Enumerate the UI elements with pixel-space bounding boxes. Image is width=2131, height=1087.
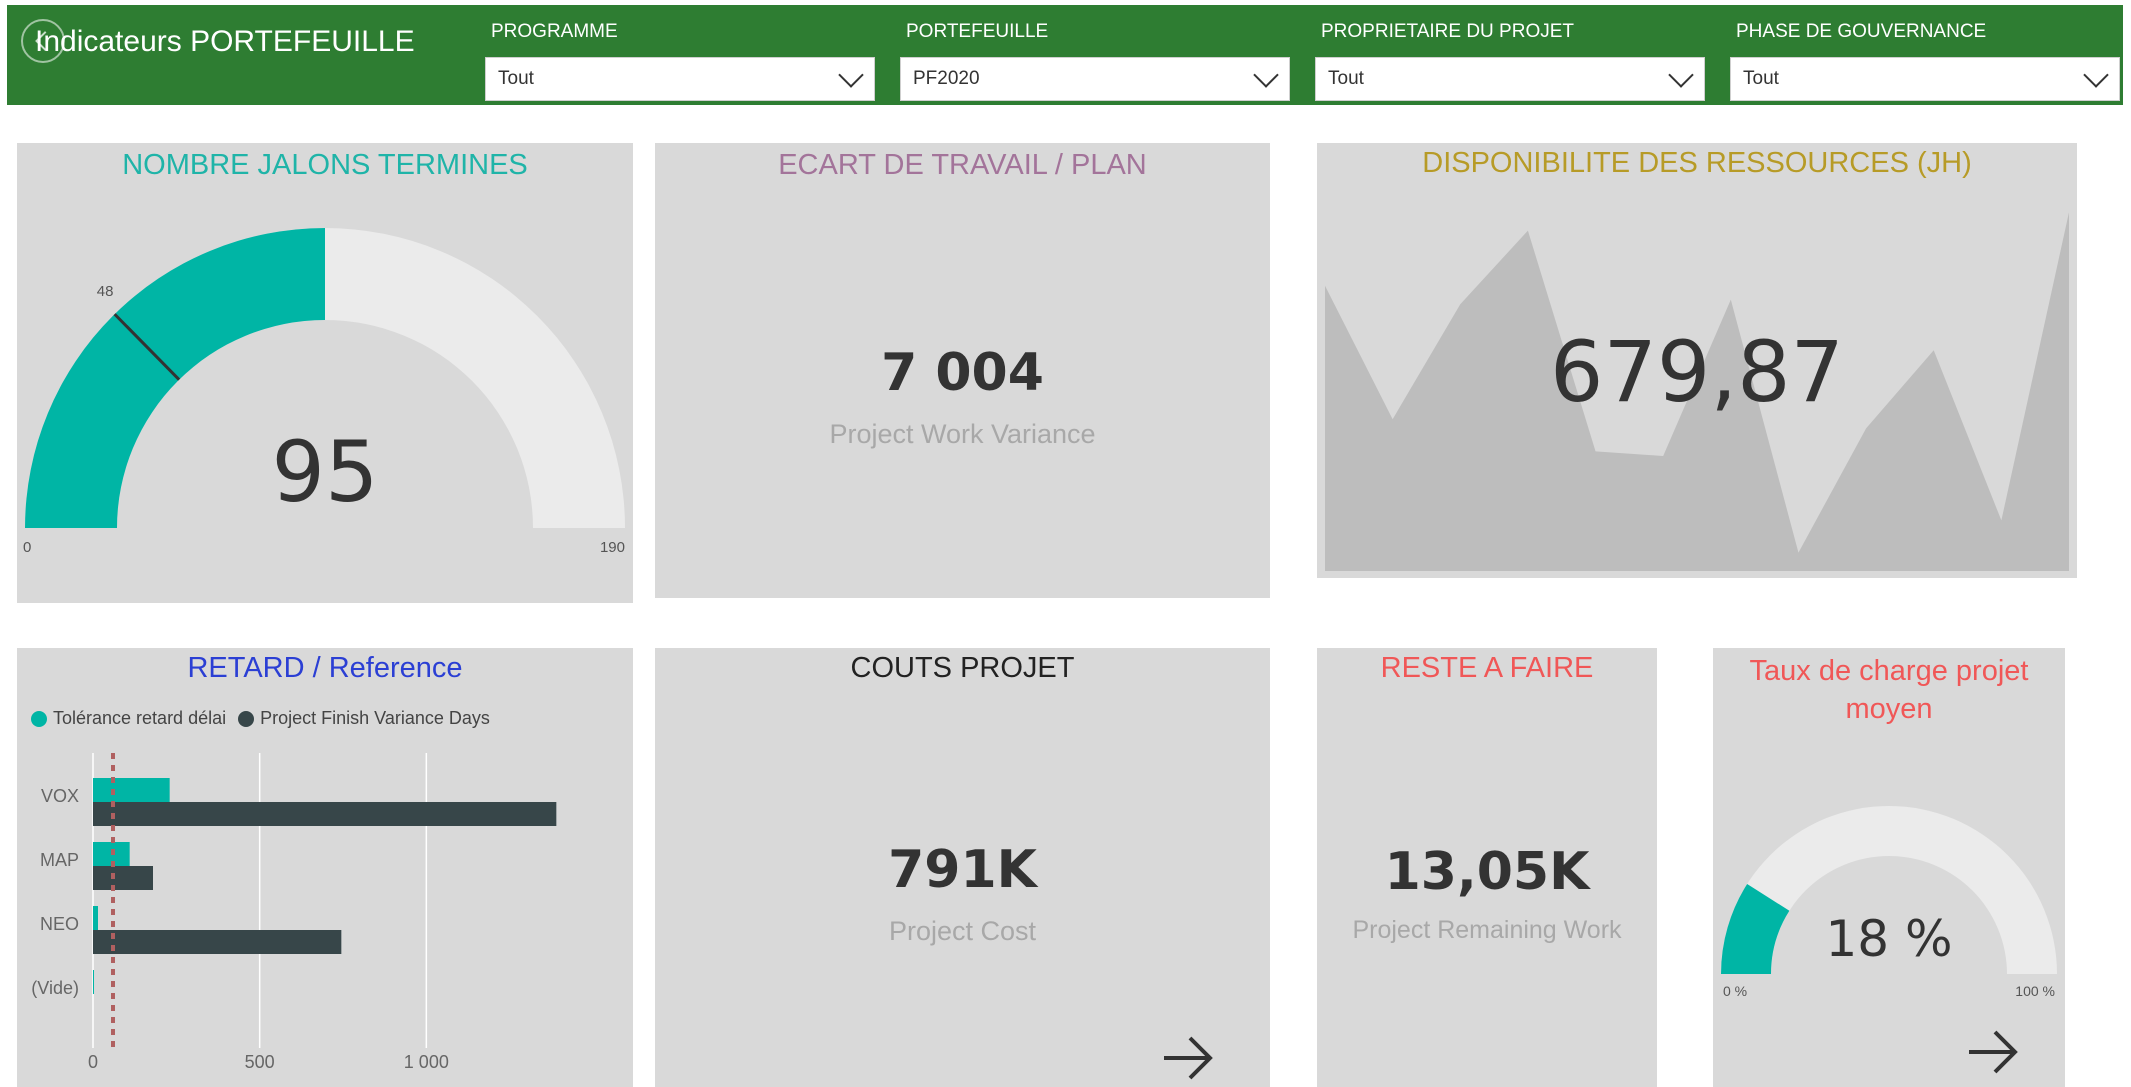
gauge-max-label: 190 — [600, 539, 625, 556]
taux-card[interactable]: Taux de charge projet moyen 0 % 100 % 18… — [1713, 648, 2065, 1087]
jalons-card[interactable]: NOMBRE JALONS TERMINES 48 0 190 95 — [17, 143, 633, 603]
slicer-label: PROPRIETAIRE DU PROJET — [1321, 21, 1575, 42]
dispo-title: DISPONIBILITE DES RESSOURCES (JH) — [1422, 147, 1972, 179]
back-icon[interactable] — [21, 19, 65, 63]
chevron-down-icon — [1253, 62, 1279, 88]
chevron-down-icon — [838, 62, 864, 88]
y-category-label: MAP — [40, 850, 79, 870]
gauge-target-label: 48 — [97, 283, 114, 300]
dropdown-value: Tout — [498, 68, 534, 89]
dispo-value: 679,87 — [1550, 323, 1844, 421]
programme-dropdown[interactable]: Tout — [485, 57, 875, 101]
dropdown-value: PF2020 — [913, 68, 980, 89]
slicer-programme: PROGRAMME Tout — [485, 15, 875, 101]
ecart-card[interactable]: ECART DE TRAVAIL / PLAN 7 004 Project Wo… — [655, 143, 1270, 598]
ecart-value: 7 004 — [881, 343, 1044, 403]
slicer-label: PROGRAMME — [491, 21, 618, 42]
y-category-label: (Vide) — [31, 978, 79, 998]
bar-variance — [93, 802, 557, 826]
reste-subtitle: Project Remaining Work — [1352, 916, 1622, 944]
ecart-subtitle: Project Work Variance — [829, 419, 1096, 449]
slicer-phase: PHASE DE GOUVERNANCE Tout — [1730, 15, 2120, 101]
portefeuille-dropdown[interactable]: PF2020 — [900, 57, 1290, 101]
ecart-title: ECART DE TRAVAIL / PLAN — [778, 149, 1147, 181]
retard-card[interactable]: RETARD / Reference Tolérance retard déla… — [17, 648, 633, 1087]
bar-tolerance — [93, 970, 94, 994]
dropdown-value: Tout — [1743, 68, 1779, 89]
bar-variance — [93, 930, 342, 954]
chevron-down-icon — [1668, 62, 1694, 88]
page-title: Indicateurs PORTEFEUILLE — [35, 25, 415, 58]
arrow-right-icon[interactable] — [1158, 1028, 1218, 1087]
phase-dropdown[interactable]: Tout — [1730, 57, 2120, 101]
reste-title: RESTE A FAIRE — [1380, 652, 1594, 684]
jalons-value: 95 — [271, 423, 379, 521]
x-tick-label: 0 — [88, 1052, 98, 1072]
jalons-gauge: 48 0 190 — [23, 228, 625, 556]
x-tick-label: 1 000 — [404, 1052, 449, 1072]
dropdown-value: Tout — [1328, 68, 1364, 89]
arrow-right-icon[interactable] — [1963, 1022, 2023, 1082]
bar-tolerance — [93, 778, 170, 802]
y-category-label: VOX — [41, 786, 79, 806]
y-category-label: NEO — [40, 914, 79, 934]
bar-variance — [93, 866, 153, 890]
taux-value: 18 % — [1825, 910, 1953, 968]
slicer-label: PHASE DE GOUVERNANCE — [1736, 21, 1987, 42]
header-bar: Indicateurs PORTEFEUILLE PROGRAMME Tout … — [7, 5, 2123, 105]
x-tick-label: 500 — [245, 1052, 275, 1072]
reste-value: 13,05K — [1384, 842, 1590, 902]
chevron-down-icon — [2083, 62, 2109, 88]
couts-title: COUTS PROJET — [850, 652, 1075, 684]
couts-value: 791K — [888, 840, 1037, 900]
couts-subtitle: Project Cost — [888, 916, 1037, 946]
slicer-portefeuille: PORTEFEUILLE PF2020 — [900, 15, 1290, 101]
retard-bar-chart: 0 500 1 000 VOX MAP NEO (Vide) — [31, 753, 557, 1072]
bar-tolerance — [93, 906, 98, 930]
dispo-card[interactable]: DISPONIBILITE DES RESSOURCES (JH) 679,87 — [1317, 143, 2077, 578]
slicer-proprietaire: PROPRIETAIRE DU PROJET Tout — [1315, 15, 1705, 101]
couts-card[interactable]: COUTS PROJET 791K Project Cost — [655, 648, 1270, 1087]
gauge-min-label: 0 — [23, 539, 31, 556]
gauge-min-label: 0 % — [1723, 983, 1747, 999]
reste-card[interactable]: RESTE A FAIRE 13,05K Project Remaining W… — [1317, 648, 1657, 1087]
proprietaire-dropdown[interactable]: Tout — [1315, 57, 1705, 101]
slicer-label: PORTEFEUILLE — [906, 21, 1049, 42]
gauge-max-label: 100 % — [2015, 983, 2055, 999]
